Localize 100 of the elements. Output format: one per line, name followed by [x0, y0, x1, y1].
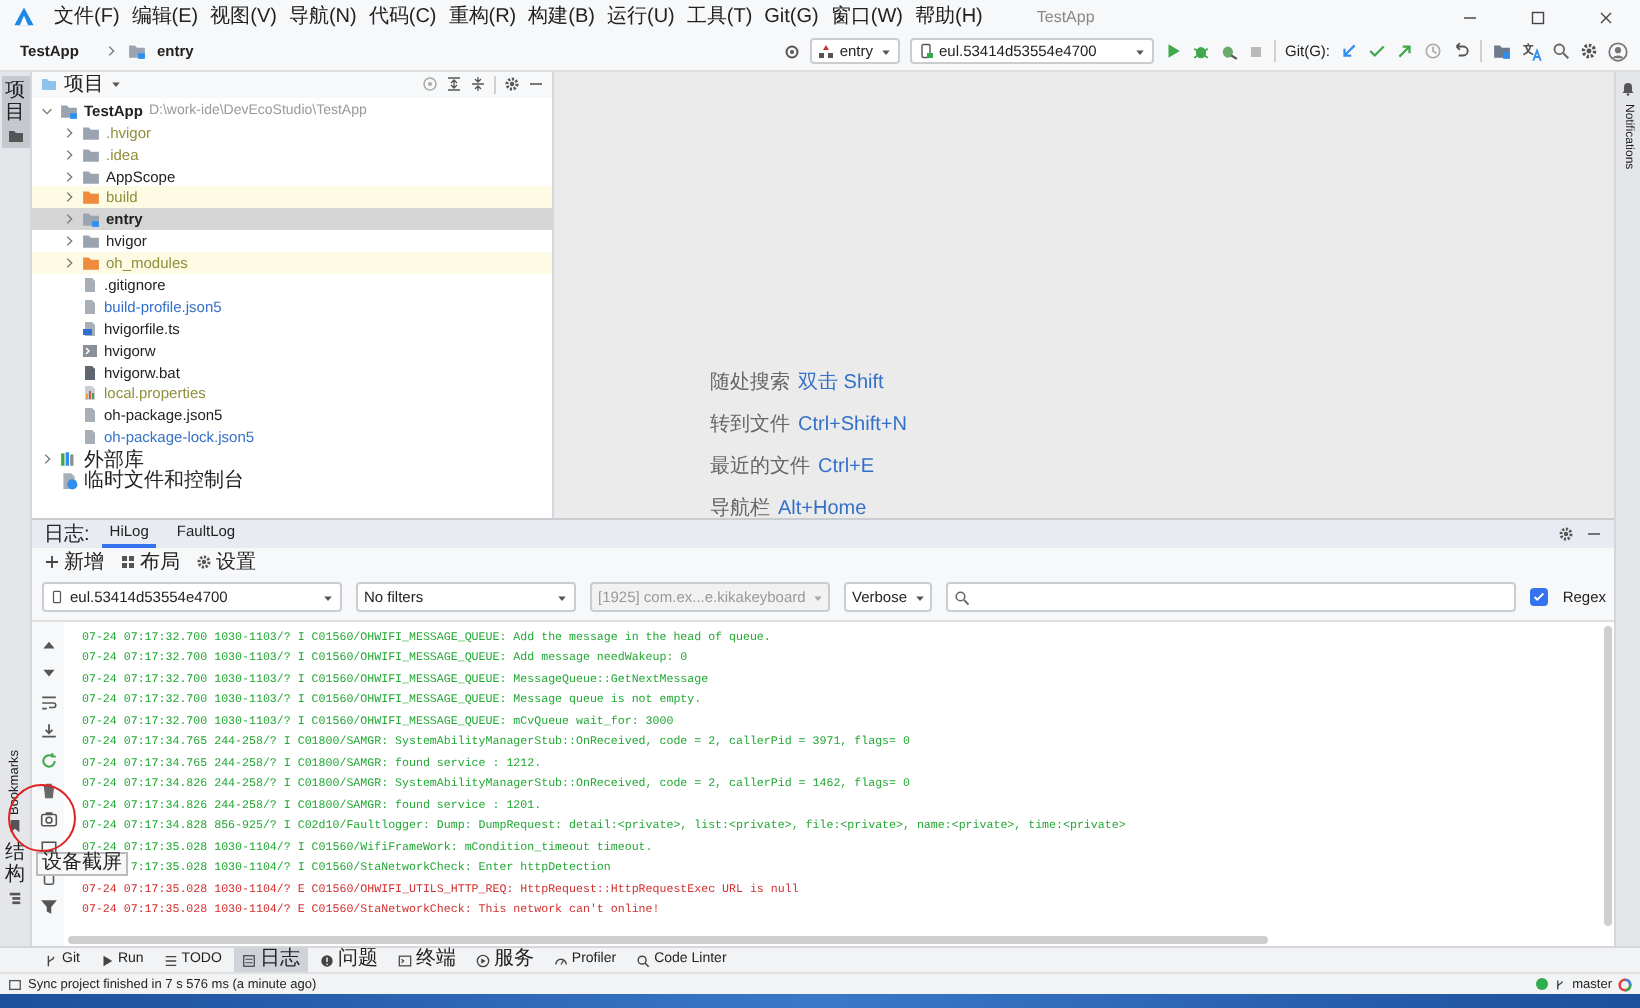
settings-icon[interactable] — [1580, 42, 1598, 61]
hint-label: 随处搜索 — [710, 369, 790, 397]
play-icon — [99, 953, 114, 968]
folder-icon[interactable] — [1492, 42, 1512, 61]
structure-icon — [8, 890, 22, 907]
tool-window-button[interactable]: 终端 — [389, 948, 464, 973]
bug-icon[interactable] — [1191, 42, 1209, 61]
toolbar-button[interactable]: 新增 — [44, 547, 104, 576]
target-icon[interactable] — [783, 43, 800, 60]
regex-checkbox[interactable] — [1530, 588, 1549, 607]
settings-icon[interactable] — [504, 76, 520, 93]
settings-icon — [196, 553, 212, 570]
phone-icon — [917, 42, 933, 61]
search-icon[interactable] — [1552, 42, 1570, 61]
tree-item[interactable]: 临时文件和控制台 — [32, 470, 552, 492]
caret-icon — [879, 45, 891, 58]
scratch-file-icon — [60, 471, 78, 490]
menu-item[interactable]: 窗口(W) — [828, 3, 905, 31]
menu-item[interactable]: 视图(V) — [208, 3, 279, 31]
scrollbar[interactable] — [1604, 625, 1612, 926]
tool-window-button[interactable]: 服务 — [467, 948, 542, 973]
chevron-right-icon[interactable] — [40, 452, 54, 467]
plus-icon — [44, 553, 60, 570]
hint-label: 转到文件 — [710, 411, 790, 439]
chevron-right-icon[interactable] — [62, 256, 76, 271]
menu-item[interactable]: 文件(F) — [52, 3, 122, 31]
bell-icon[interactable] — [1620, 79, 1636, 96]
run-icon[interactable] — [1163, 42, 1181, 61]
window-title: TestApp — [1036, 8, 1095, 26]
chevron-right-icon[interactable] — [62, 212, 76, 227]
tool-window-tab[interactable]: 结构 — [1, 838, 29, 911]
scroll-to-end-icon[interactable] — [39, 722, 57, 741]
menu-item[interactable]: Git(G) — [762, 3, 821, 31]
caret-icon — [1133, 45, 1145, 58]
module-folder-icon — [128, 42, 147, 61]
shortcut-label: Alt+Home — [778, 497, 867, 520]
tool-window-button[interactable]: 日志 — [233, 948, 308, 973]
filter-icon[interactable] — [39, 898, 57, 917]
menu-item[interactable]: 编辑(E) — [129, 3, 201, 31]
chevron-right-icon[interactable] — [62, 234, 76, 249]
tree-item[interactable]: 外部库 — [32, 448, 552, 471]
toolbar-button[interactable]: 设置 — [196, 547, 256, 576]
chevron-right-icon[interactable] — [62, 125, 76, 140]
library-icon — [60, 450, 78, 469]
search-field[interactable] — [946, 582, 1517, 613]
history-icon[interactable] — [1424, 42, 1442, 61]
branch-icon — [44, 953, 58, 968]
hierarchy-icon — [817, 43, 834, 60]
caret-icon — [322, 591, 334, 604]
restart-icon[interactable] — [39, 752, 57, 771]
menu-item[interactable]: 代码(C) — [366, 3, 439, 31]
chevron-right-icon[interactable] — [62, 190, 76, 205]
toolbar-button[interactable]: 布局 — [120, 547, 180, 576]
tool-window-button[interactable]: 问题 — [311, 948, 386, 973]
menu-item[interactable]: 构建(B) — [526, 3, 597, 31]
account-icon[interactable] — [1608, 41, 1628, 62]
folder-icon — [40, 76, 58, 93]
menu-item[interactable]: 帮助(H) — [912, 3, 985, 31]
list-icon — [163, 953, 178, 968]
phone-icon — [50, 588, 64, 607]
view-dropdown[interactable]: 项目 — [40, 70, 122, 99]
close-icon[interactable] — [1598, 9, 1614, 25]
shortcut-label: Ctrl+Shift+N — [798, 413, 907, 436]
hint-label: 导航栏 — [710, 495, 770, 523]
tooltip: 设备截屏 — [36, 852, 128, 876]
file-icon — [82, 363, 98, 382]
window-icon[interactable] — [8, 977, 22, 992]
chevron-right-icon[interactable] — [62, 147, 76, 162]
settings-icon[interactable] — [1558, 525, 1574, 542]
alert-icon — [319, 953, 334, 968]
translate-icon[interactable] — [1522, 41, 1542, 62]
camera-icon[interactable] — [39, 810, 57, 829]
menu-item[interactable]: 重构(R) — [446, 3, 519, 31]
app-logo — [12, 6, 36, 28]
chevron-down-icon[interactable] — [40, 103, 54, 118]
undo-icon[interactable] — [1452, 42, 1470, 61]
bookmark-icon — [8, 818, 22, 835]
services-icon — [475, 953, 490, 968]
menu-item[interactable]: 工具(T) — [684, 3, 755, 31]
gauge-icon — [553, 953, 568, 968]
panel-label: 日志: — [44, 521, 90, 548]
menu-item[interactable]: 导航(N) — [286, 3, 359, 31]
checkmark-icon — [1532, 590, 1547, 605]
menu-item[interactable]: 运行(U) — [604, 3, 677, 31]
colorful-circle-icon[interactable] — [1618, 977, 1632, 992]
scrollbar[interactable] — [68, 936, 1268, 945]
checkmark-icon[interactable] — [1368, 42, 1386, 61]
log-icon — [241, 953, 256, 968]
trash-icon[interactable] — [39, 781, 57, 800]
push-arrow-icon[interactable] — [1396, 42, 1414, 61]
locate-icon[interactable] — [422, 76, 438, 93]
expand-all-icon[interactable] — [446, 76, 462, 93]
tool-window-tab[interactable]: 项目 — [1, 75, 29, 148]
chevron-right-icon[interactable] — [62, 169, 76, 183]
collapse-all-icon[interactable] — [470, 76, 486, 93]
branch-icon[interactable] — [1554, 977, 1567, 992]
soft-wrap-icon[interactable] — [39, 693, 57, 712]
update-arrow-icon[interactable] — [1340, 42, 1358, 61]
terminal-icon — [397, 953, 412, 968]
maximize-icon[interactable] — [1530, 9, 1546, 25]
